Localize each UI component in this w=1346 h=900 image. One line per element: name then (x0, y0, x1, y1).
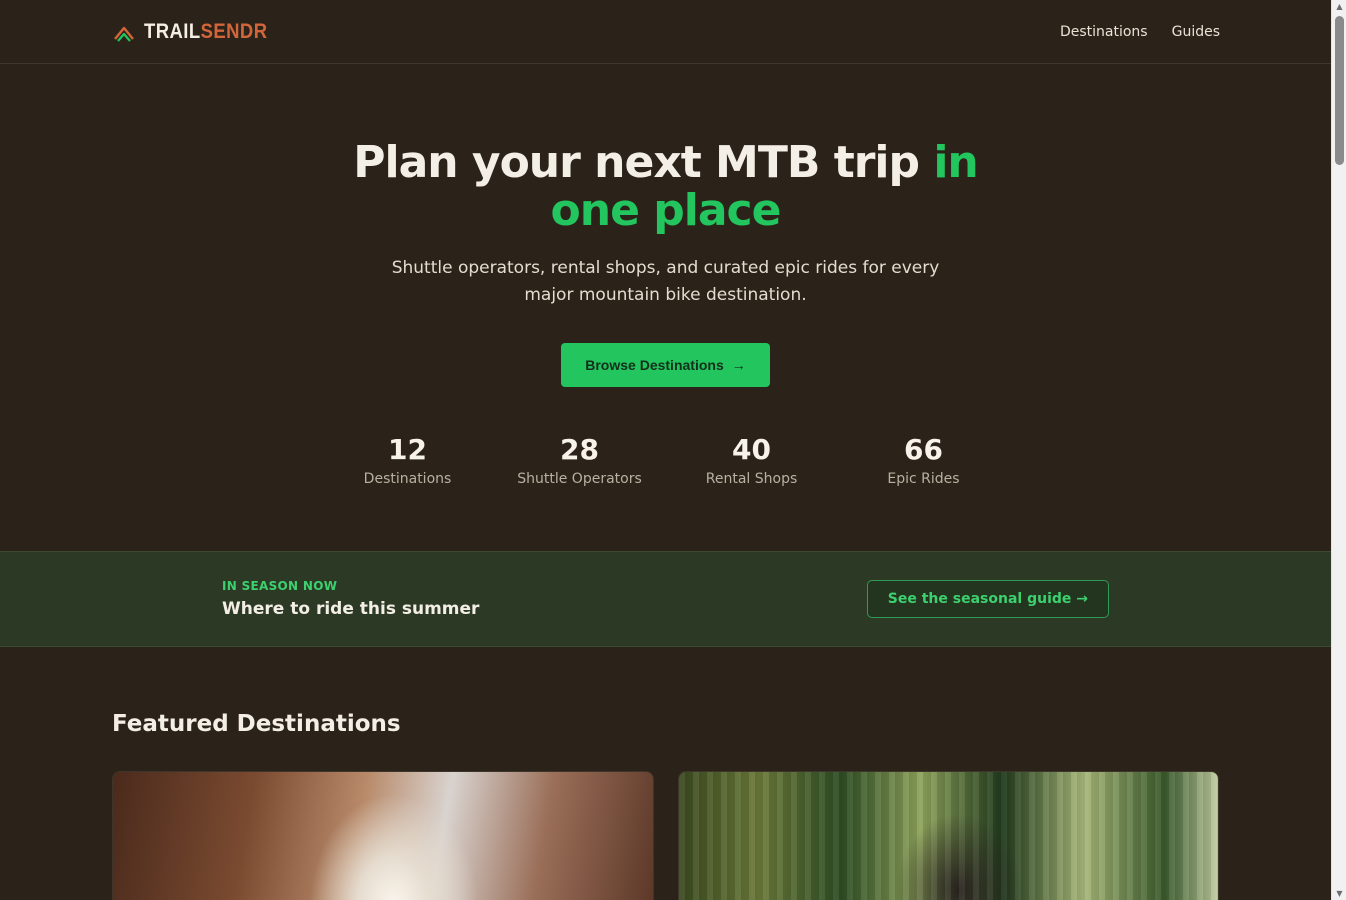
stat-value: 40 (732, 433, 771, 466)
destination-image (113, 772, 653, 900)
seasonal-guide-button[interactable]: See the seasonal guide → (866, 580, 1109, 618)
main-nav: Destinations Guides (1060, 24, 1220, 40)
season-text: IN SEASON NOW Where to ride this summer (222, 579, 479, 619)
browse-destinations-button[interactable]: Browse Destinations → (561, 343, 770, 387)
stat-label: Rental Shops (705, 471, 798, 487)
stat-label: Epic Rides (887, 471, 960, 487)
stat-rental-shops: 40 Rental Shops (666, 433, 838, 487)
stat-value: 66 (904, 433, 943, 466)
nav-guides[interactable]: Guides (1172, 24, 1220, 40)
stat-shuttle-operators: 28 Shuttle Operators (494, 433, 666, 487)
site-header: TRAILSENDR Destinations Guides (0, 0, 1331, 64)
stats-row: 12 Destinations 28 Shuttle Operators 40 … (0, 433, 1331, 487)
scroll-up-icon[interactable]: ▲ (1335, 2, 1344, 11)
destination-card[interactable] (677, 771, 1219, 900)
season-eyebrow: IN SEASON NOW (222, 579, 338, 593)
nav-destinations[interactable]: Destinations (1060, 24, 1148, 40)
season-title: Where to ride this summer (222, 599, 480, 619)
hero-title: Plan your next MTB trip in one place (306, 139, 1026, 235)
destination-card[interactable] (112, 771, 654, 900)
stat-value: 12 (388, 433, 427, 466)
stat-label: Destinations (363, 471, 452, 487)
destination-cards (112, 771, 1219, 900)
stat-label: Shuttle Operators (517, 471, 642, 487)
stat-epic-rides: 66 Epic Rides (838, 433, 1010, 487)
mountain-chevron-icon (114, 26, 134, 42)
season-banner: IN SEASON NOW Where to ride this summer … (0, 551, 1331, 647)
page: TRAILSENDR Destinations Guides Plan your… (0, 0, 1331, 900)
featured-title: Featured Destinations (112, 711, 401, 737)
hero-subtitle: Shuttle operators, rental shops, and cur… (391, 258, 940, 305)
scrollbar[interactable]: ▲ ▼ (1331, 0, 1346, 900)
stat-value: 28 (560, 433, 599, 466)
hero-section: Plan your next MTB trip in one place Shu… (0, 64, 1331, 551)
cta-label: Browse Destinations (585, 357, 724, 373)
featured-section: Featured Destinations (0, 647, 1331, 900)
stat-destinations: 12 Destinations (322, 433, 494, 487)
destination-image (678, 772, 1218, 900)
scroll-down-icon[interactable]: ▼ (1335, 889, 1344, 898)
logo-primary: TRAIL (144, 19, 201, 43)
logo[interactable]: TRAILSENDR (112, 20, 284, 44)
logo-text: TRAILSENDR (144, 20, 268, 44)
hero-title-main: Plan your next MTB trip (353, 137, 934, 188)
logo-accent: SENDR (200, 19, 268, 43)
scroll-thumb[interactable] (1335, 16, 1344, 165)
arrow-right-icon: → (731, 357, 746, 373)
